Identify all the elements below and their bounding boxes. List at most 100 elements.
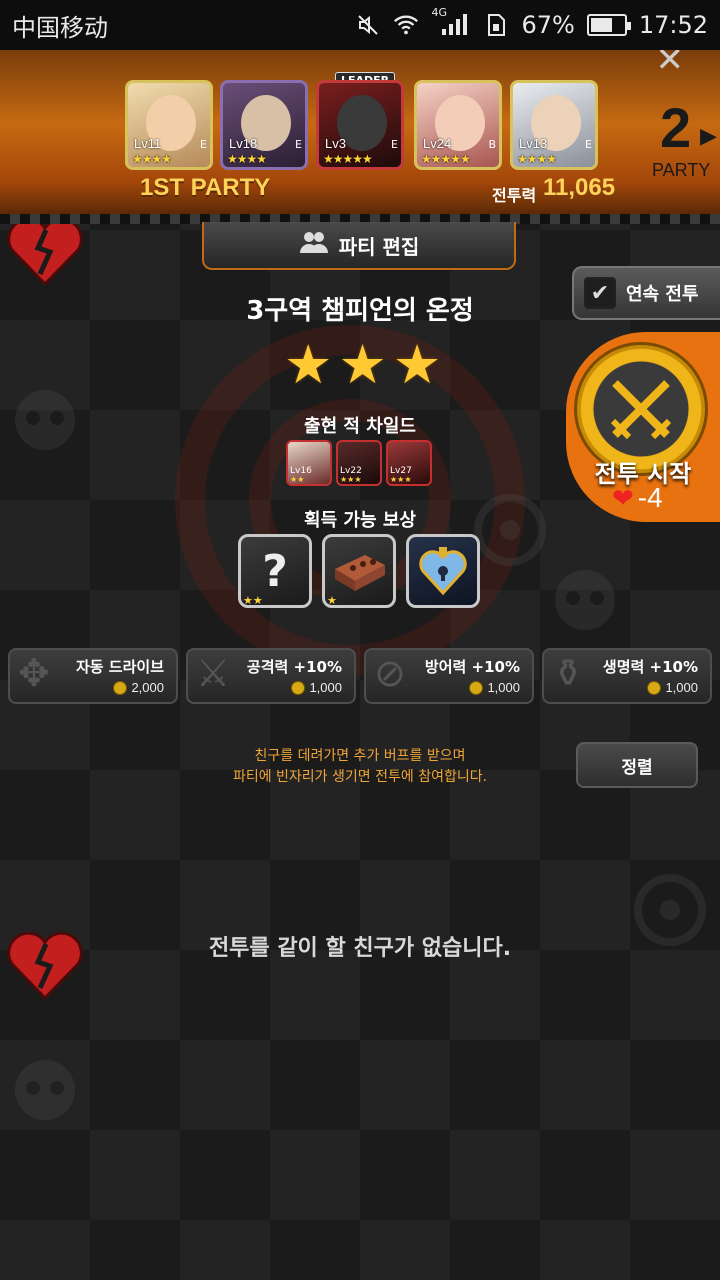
next-party-label[interactable]: PARTY — [652, 160, 710, 181]
member-element: E — [200, 138, 207, 151]
stamina-cost-value: -4 — [637, 482, 663, 513]
status-icons: 4G 67% 17:52 — [355, 6, 708, 39]
party-setup-screen: ✕ Lv11 E ★★★★ Lv18 E ★★★★ LEADER Lv3 E ★… — [0, 50, 720, 1280]
shield-icon: ⊘ — [374, 651, 406, 695]
party-member-5[interactable]: Lv13 E ★★★★ — [510, 80, 598, 170]
gold-coin-icon — [469, 680, 484, 695]
star-icon: ★ — [338, 333, 387, 396]
stamina-cost: ❤ -4 — [612, 482, 663, 514]
member-stars: ★★★★ — [517, 152, 557, 166]
mute-icon — [355, 12, 381, 38]
buff-name: 자동 드라이브 — [75, 658, 164, 676]
battery-icon — [586, 14, 631, 36]
people-icon — [299, 230, 329, 260]
reward-list: ? ★★ ★ — [238, 534, 480, 608]
buff-cost: 1,000 — [647, 680, 698, 695]
wifi-icon — [393, 12, 419, 38]
enemy-stars: ★★★ — [340, 475, 362, 484]
gold-coin-icon — [113, 680, 128, 695]
party-member-1[interactable]: Lv11 E ★★★★ — [125, 80, 213, 170]
buff-cost-value: 1,000 — [309, 680, 342, 695]
crossed-swords-icon — [610, 380, 672, 440]
status-bar: 中国移动 4G 67% 17:52 — [0, 0, 720, 50]
empty-friends-message: 전투를 같이 할 친구가 없습니다. — [208, 936, 512, 961]
buff-name: 생명력 +10% — [602, 658, 698, 676]
buff-cost-value: 1,000 — [487, 680, 520, 695]
buff-cost: 2,000 — [113, 680, 164, 695]
reward-stars: ★ — [327, 594, 337, 607]
party-label: 1ST PARTY — [140, 174, 271, 201]
heart-icon: ❤ — [612, 482, 634, 513]
buff-cost-value: 1,000 — [665, 680, 698, 695]
enemy-portrait[interactable]: Lv22 ★★★ — [336, 440, 382, 486]
member-element: B — [488, 138, 496, 151]
crossed-swords-icon: ⚔ — [196, 651, 231, 695]
member-element: E — [391, 138, 398, 151]
member-element: E — [585, 138, 592, 151]
enemy-portrait[interactable]: Lv16 ★★ — [286, 440, 332, 486]
party-member-2[interactable]: Lv18 E ★★★★ — [220, 80, 308, 170]
member-stars: ★★★★★ — [323, 152, 373, 166]
skull-decoration-icon — [555, 570, 615, 630]
party-bar: ✕ Lv11 E ★★★★ Lv18 E ★★★★ LEADER Lv3 E ★… — [0, 50, 720, 224]
member-level: Lv3 — [325, 136, 346, 151]
buff-cost: 1,000 — [469, 680, 520, 695]
member-level: Lv13 — [519, 136, 548, 151]
party-edit-label: 파티 편집 — [338, 234, 420, 259]
broken-heart-icon — [7, 217, 83, 286]
member-stars: ★★★★★ — [421, 152, 471, 166]
next-party-number[interactable]: 2 — [660, 100, 691, 156]
carrier-name: 中国移动 — [12, 13, 108, 42]
enemy-list: Lv16 ★★ Lv22 ★★★ Lv27 ★★★ — [286, 440, 432, 486]
member-stars: ★★★★ — [227, 152, 267, 166]
party-member-4[interactable]: Lv24 B ★★★★★ — [414, 80, 502, 170]
health-buff-button[interactable]: ⚱ 생명력 +10% 1,000 — [542, 648, 712, 704]
close-icon[interactable]: ✕ — [656, 50, 685, 80]
friend-hint-line-1: 친구를 데려가면 추가 버프를 받으며 — [254, 748, 466, 764]
skull-decoration-icon — [15, 1060, 75, 1120]
attack-buff-button[interactable]: ⚔ 공격력 +10% 1,000 — [186, 648, 356, 704]
friend-hint-line-2: 파티에 빈자리가 생기면 전투에 참여합니다. — [232, 769, 488, 785]
question-mark-icon: ? — [262, 545, 288, 597]
reward-stars: ★★ — [243, 594, 263, 607]
buff-cost-value: 2,000 — [131, 680, 164, 695]
reward-item[interactable] — [406, 534, 480, 608]
stage-title: 3구역 챔피언의 온정 — [246, 296, 474, 326]
party-member-3[interactable]: Lv3 E ★★★★★ — [316, 80, 404, 170]
gold-coin-icon — [647, 680, 662, 695]
member-element: E — [295, 138, 302, 151]
reward-item[interactable]: ? ★★ — [238, 534, 312, 608]
enemy-portrait[interactable]: Lv27 ★★★ — [386, 440, 432, 486]
wing-emblem-icon: ✥ — [18, 651, 50, 695]
star-icon: ★ — [284, 333, 333, 396]
member-stars: ★★★★ — [132, 152, 172, 166]
sort-button[interactable]: 정렬 — [576, 742, 698, 788]
member-level: Lv18 — [229, 136, 258, 151]
clock: 17:52 — [638, 11, 708, 39]
buff-name: 방어력 +10% — [424, 658, 520, 676]
defense-buff-button[interactable]: ⊘ 방어력 +10% 1,000 — [364, 648, 534, 704]
star-icon: ★ — [392, 333, 442, 396]
auto-drive-buff-button[interactable]: ✥ 자동 드라이브 2,000 — [8, 648, 178, 704]
enemy-stars: ★★ — [290, 475, 305, 484]
combat-power-label: 전투력 — [492, 186, 537, 205]
next-party-arrow-icon[interactable]: ▶ — [700, 124, 717, 149]
enemy-stars: ★★★ — [390, 475, 412, 484]
buff-cost: 1,000 — [291, 680, 342, 695]
brick-icon — [335, 555, 385, 591]
party-edit-button[interactable]: 파티 편집 — [202, 222, 516, 270]
battery-fill — [590, 18, 613, 32]
sim-icon — [483, 12, 509, 38]
combat-power-value: 11,065 — [543, 174, 616, 201]
heart-lock-icon — [419, 547, 467, 596]
battery-percent: 67% — [521, 11, 575, 39]
gold-coin-icon — [291, 680, 306, 695]
member-level: Lv11 — [134, 136, 162, 151]
reward-item[interactable]: ★ — [322, 534, 396, 608]
signal-icon: 4G — [431, 6, 471, 38]
potion-icon: ⚱ — [552, 651, 584, 695]
network-type: 4G — [431, 6, 448, 19]
stage-difficulty-stars: ★ ★ ★ — [284, 338, 441, 392]
member-level: Lv24 — [423, 136, 452, 151]
buff-name: 공격력 +10% — [246, 658, 342, 676]
